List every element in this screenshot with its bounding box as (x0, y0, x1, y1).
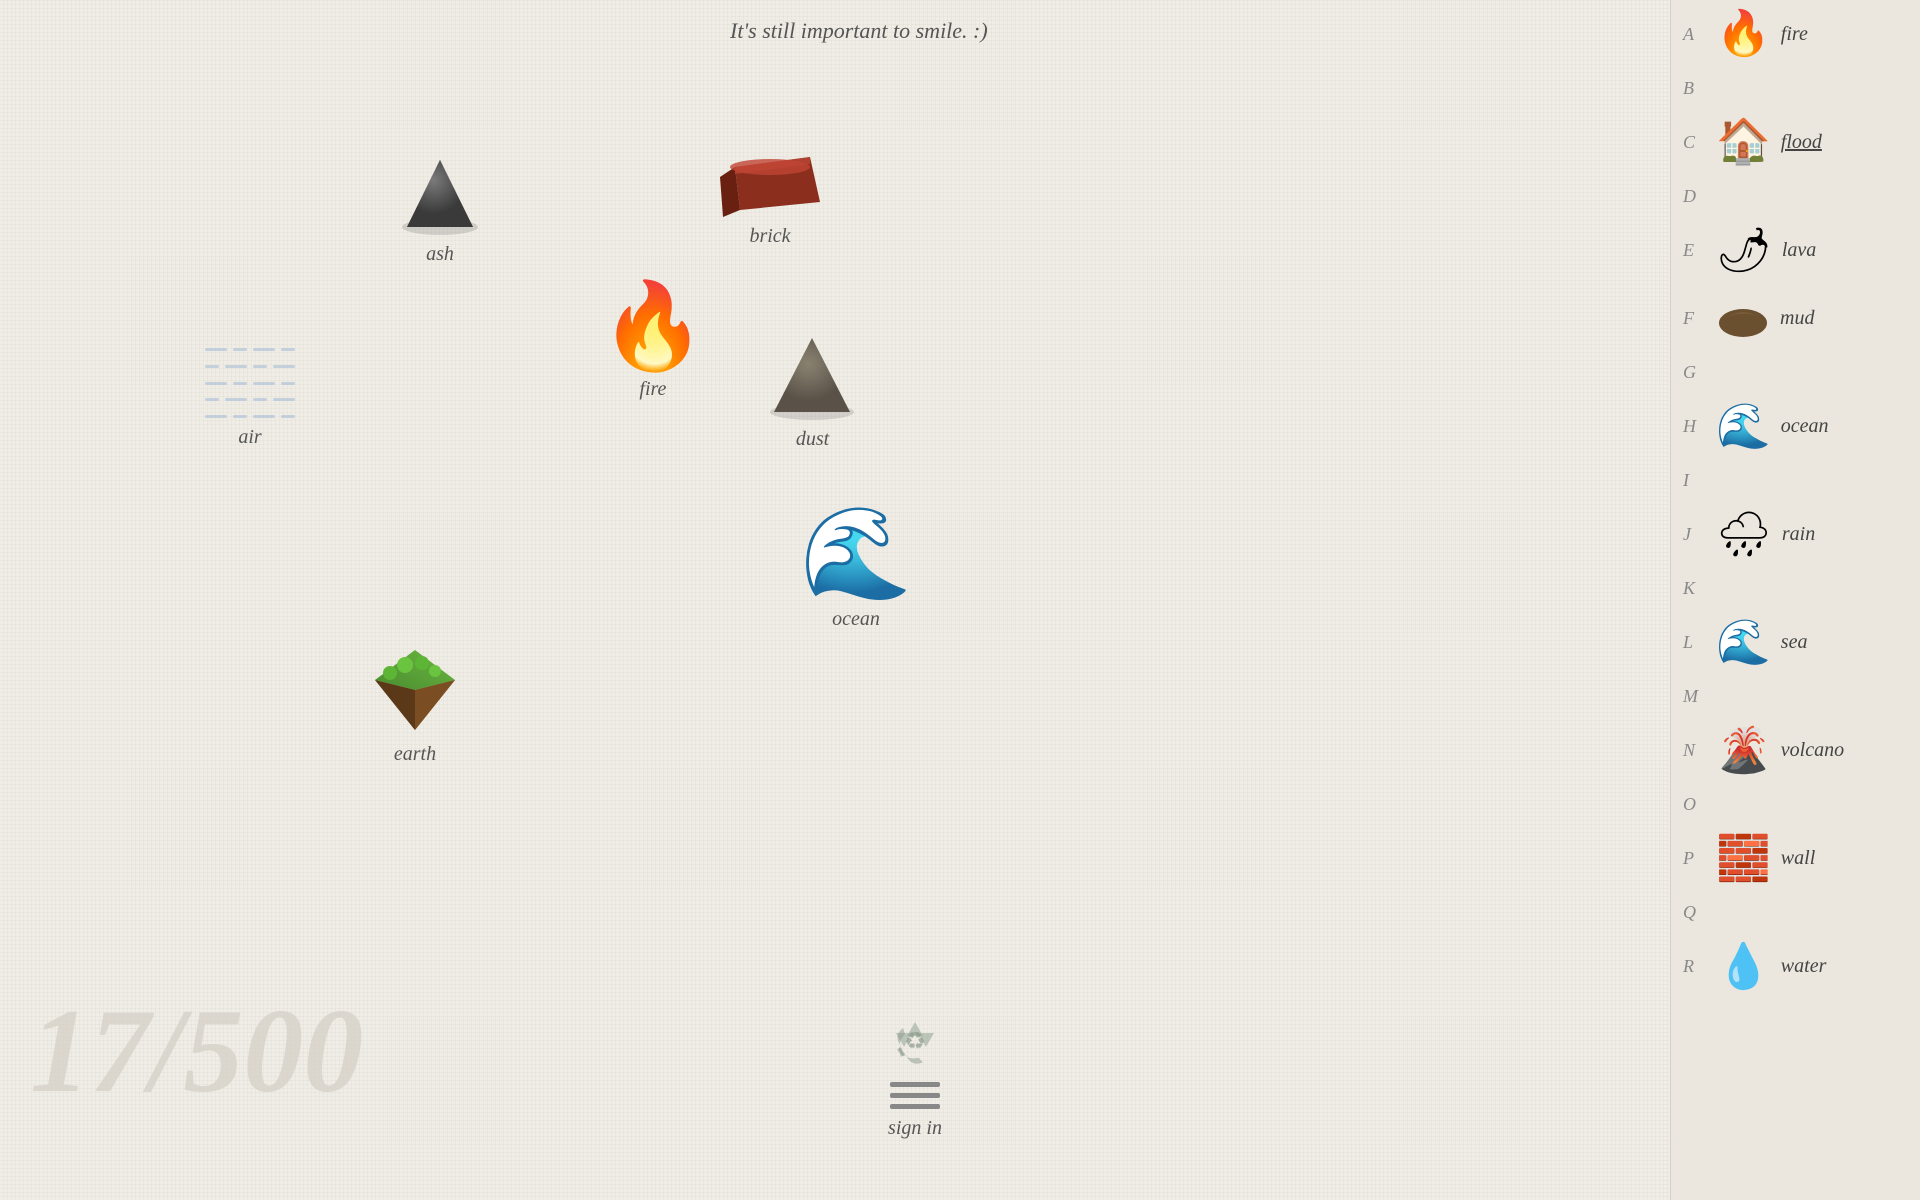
svg-text:♻: ♻ (904, 1029, 926, 1055)
sidebar-item-volcano[interactable]: N 🌋 volcano (1671, 716, 1920, 784)
sidebar: A 🔥 fire B C 🏠 flood D E 🌶 lava F mud G … (1670, 0, 1920, 1200)
sidebar-item-ocean[interactable]: H 🌊 ocean (1671, 392, 1920, 460)
sidebar-mud-emoji (1716, 298, 1770, 338)
sidebar-item-mud[interactable]: F mud (1671, 284, 1920, 352)
sidebar-letter-a: A (1683, 24, 1694, 45)
ash-icon (395, 155, 485, 235)
canvas-item-ash[interactable]: ash (395, 155, 485, 266)
sidebar-item-o: O (1671, 784, 1920, 824)
sidebar-item-b: B (1671, 68, 1920, 108)
sidebar-item-rain[interactable]: J 🌧 rain (1671, 500, 1920, 568)
ocean-icon: 🌊 (800, 510, 912, 600)
sidebar-item-i: I (1671, 460, 1920, 500)
canvas-item-earth[interactable]: earth (360, 635, 470, 766)
sidebar-letter-j: J (1683, 524, 1691, 545)
sidebar-volcano-label: volcano (1781, 739, 1844, 762)
sidebar-wall-label: wall (1781, 847, 1815, 870)
hamburger-menu (890, 1082, 940, 1109)
sidebar-volcano-emoji: 🌋 (1716, 724, 1771, 776)
sidebar-letter-c: C (1683, 132, 1695, 153)
sidebar-letter-f: F (1683, 308, 1694, 329)
sidebar-rain-label: rain (1782, 523, 1815, 546)
sign-in-button[interactable]: ♻ sign in (885, 1014, 945, 1140)
sidebar-fire-emoji: 🔥 (1716, 12, 1771, 56)
sidebar-letter-g: G (1683, 362, 1696, 383)
dust-icon (760, 330, 865, 420)
brick-label: brick (749, 225, 790, 248)
sidebar-letter-o: O (1683, 794, 1696, 815)
sidebar-letter-k: K (1683, 578, 1695, 599)
sidebar-fire-label: fire (1781, 23, 1808, 46)
sidebar-water-emoji: 💧 (1716, 940, 1771, 992)
header-message: It's still important to smile. :) (730, 18, 988, 44)
sidebar-letter-b: B (1683, 78, 1694, 99)
sidebar-letter-e: E (1683, 240, 1694, 261)
recycle-icon: ♻ (885, 1014, 945, 1074)
air-label: air (238, 426, 261, 449)
sign-in-label: sign in (888, 1117, 942, 1140)
canvas-item-fire[interactable]: 🔥 fire (600, 285, 706, 401)
sidebar-sea-emoji: 🌊 (1716, 616, 1771, 668)
progress-counter: 17/500 (30, 982, 363, 1120)
sidebar-lava-label: lava (1782, 239, 1816, 262)
sidebar-letter-i: I (1683, 470, 1689, 491)
canvas-item-dust[interactable]: dust (760, 330, 865, 451)
fire-label: fire (639, 378, 666, 401)
air-icon (195, 348, 305, 418)
sidebar-ocean-emoji: 🌊 (1716, 400, 1771, 452)
sidebar-item-d: D (1671, 176, 1920, 216)
sidebar-lava-emoji: 🌶 (1716, 224, 1772, 276)
canvas-item-ocean[interactable]: 🌊 ocean (800, 510, 912, 631)
sidebar-item-fire[interactable]: A 🔥 fire (1671, 0, 1920, 68)
sidebar-letter-p: P (1683, 848, 1694, 869)
sidebar-letter-r: R (1683, 956, 1694, 977)
sidebar-item-lava[interactable]: E 🌶 lava (1671, 216, 1920, 284)
ocean-label: ocean (832, 608, 880, 631)
sidebar-letter-l: L (1683, 632, 1693, 653)
sidebar-item-k: K (1671, 568, 1920, 608)
canvas-item-brick[interactable]: brick (715, 152, 825, 248)
sidebar-item-q: Q (1671, 892, 1920, 932)
sidebar-flood-emoji: 🏠 (1716, 120, 1771, 164)
sidebar-item-wall[interactable]: P 🧱 wall (1671, 824, 1920, 892)
ash-label: ash (426, 243, 454, 266)
earth-icon (360, 635, 470, 735)
sidebar-item-sea[interactable]: L 🌊 sea (1671, 608, 1920, 676)
canvas-item-air[interactable]: air (195, 348, 305, 449)
sidebar-letter-d: D (1683, 186, 1696, 207)
sidebar-water-label: water (1781, 955, 1827, 978)
sidebar-rain-emoji: 🌧 (1716, 508, 1772, 560)
sidebar-ocean-label: ocean (1781, 415, 1829, 438)
sidebar-item-g: G (1671, 352, 1920, 392)
sidebar-letter-n: N (1683, 740, 1695, 761)
sidebar-letter-q: Q (1683, 902, 1696, 923)
sidebar-wall-emoji: 🧱 (1716, 832, 1771, 884)
sidebar-item-water[interactable]: R 💧 water (1671, 932, 1920, 1000)
dust-label: dust (796, 428, 829, 451)
sidebar-letter-m: M (1683, 686, 1698, 707)
fire-icon: 🔥 (600, 285, 706, 370)
sidebar-item-flood[interactable]: C 🏠 flood (1671, 108, 1920, 176)
sidebar-flood-label: flood (1781, 131, 1822, 154)
earth-label: earth (394, 743, 436, 766)
sidebar-mud-label: mud (1780, 307, 1814, 330)
brick-icon (715, 152, 825, 217)
sidebar-item-m: M (1671, 676, 1920, 716)
sidebar-letter-h: H (1683, 416, 1696, 437)
sidebar-sea-label: sea (1781, 631, 1808, 654)
